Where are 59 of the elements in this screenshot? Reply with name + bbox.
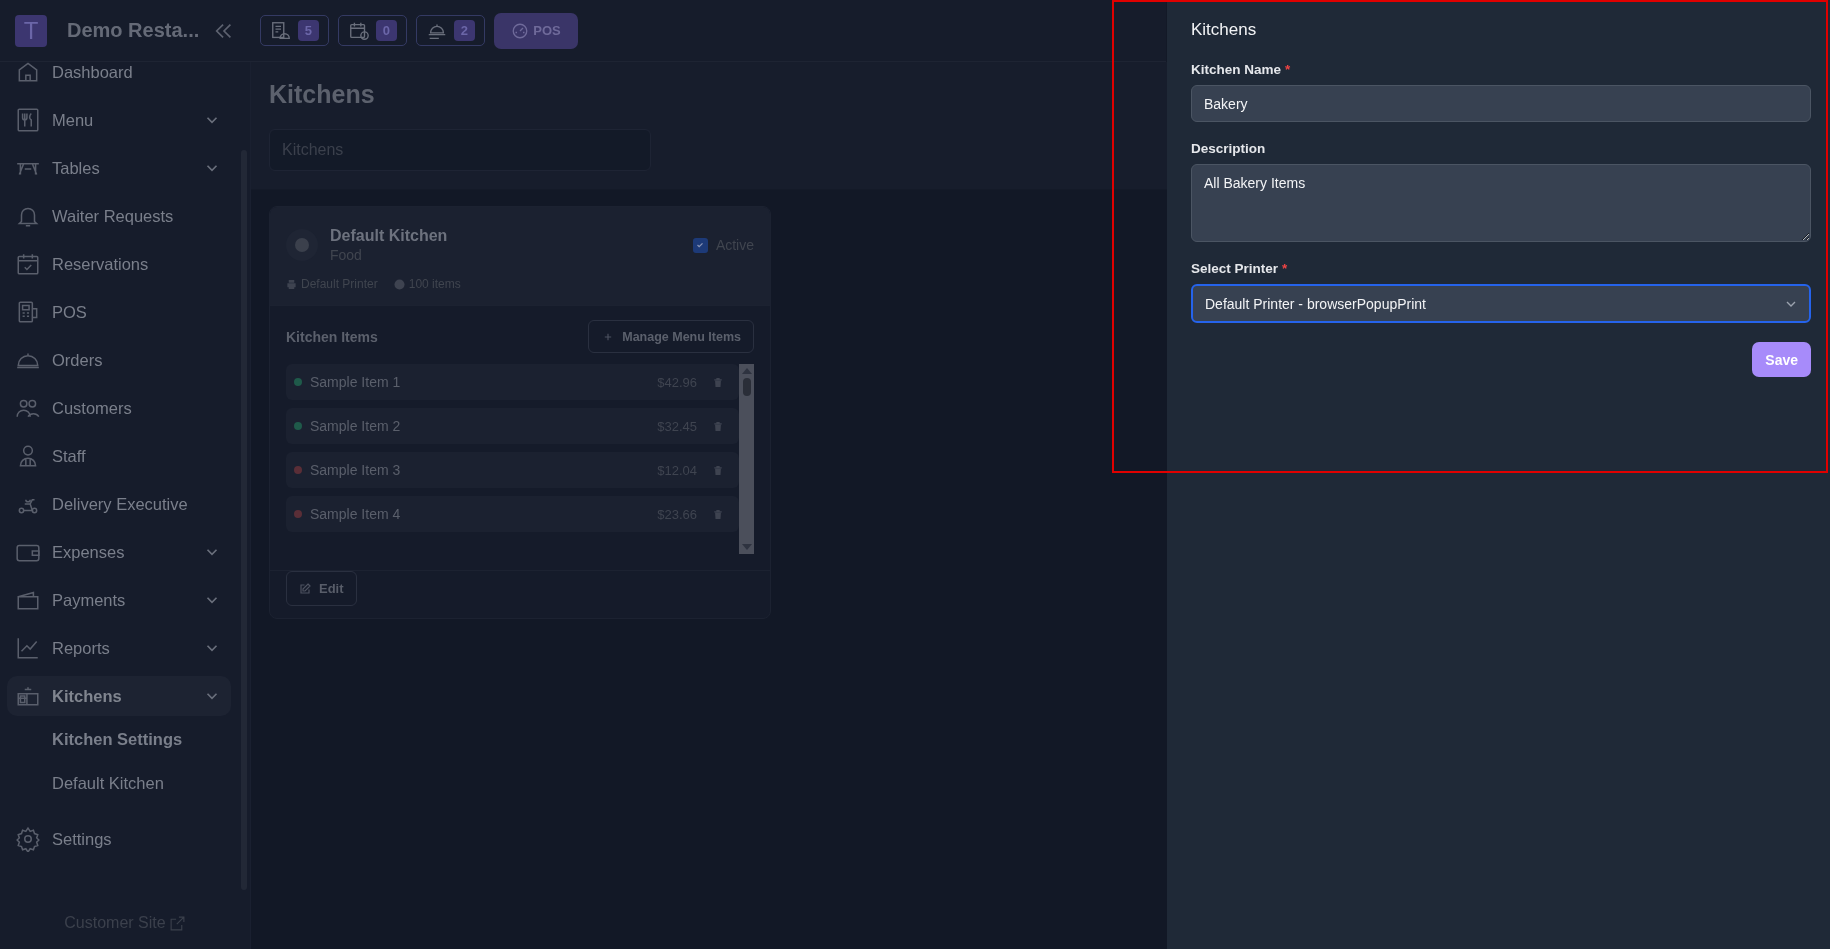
nav-item[interactable]: Kitchens [7, 676, 231, 716]
item-name: Sample Item 2 [310, 418, 402, 434]
checkmark-icon [695, 240, 706, 250]
manage-menu-items-button[interactable]: Manage Menu Items [588, 320, 754, 353]
nav-item[interactable]: Tables [7, 144, 231, 192]
nav-item[interactable]: Menu [7, 96, 231, 144]
nav-item[interactable]: POS [7, 288, 231, 336]
gear-icon [15, 826, 41, 852]
description-field[interactable]: All Bakery Items [1191, 164, 1811, 242]
edit-icon [299, 582, 311, 595]
field-label: Description [1191, 141, 1267, 156]
item-name: Sample Item 3 [310, 462, 402, 478]
submenu-item[interactable]: Kitchen Settings [7, 720, 231, 759]
printer-icon [286, 278, 297, 290]
trash-icon[interactable] [713, 420, 723, 432]
nav-item[interactable]: Expenses [7, 528, 231, 576]
calendar-icon [15, 251, 41, 277]
nav-item[interactable]: Dashboard [7, 62, 231, 96]
count-badge: 5 [297, 20, 320, 41]
kitchen-name: Default Kitchen [330, 227, 449, 245]
kitchen-name-field[interactable]: Bakery [1191, 85, 1811, 122]
gauge-icon [511, 21, 530, 40]
fork-knife-icon [15, 107, 41, 133]
nav-item[interactable]: Reports [7, 624, 231, 672]
active-checkbox[interactable] [692, 237, 708, 253]
external-link-icon [168, 914, 186, 932]
trash-icon[interactable] [713, 508, 723, 520]
count-badge: 2 [453, 20, 476, 41]
save-button[interactable]: Save [1752, 342, 1811, 377]
logo: T [15, 14, 47, 47]
nav-item[interactable]: Reservations [7, 240, 231, 288]
field-label: Kitchen Name * [1191, 62, 1292, 77]
printer-select[interactable]: Default Printer - browserPopupPrint [1191, 284, 1811, 323]
trash-icon[interactable] [713, 376, 723, 388]
nav-item[interactable]: Orders [7, 336, 231, 384]
nav-item[interactable]: Staff [7, 432, 231, 480]
restaurant-name: Demo Resta... [67, 19, 200, 42]
plus-icon [604, 332, 613, 341]
arrow-down-icon[interactable] [741, 544, 752, 550]
panel-title: Kitchens [1191, 20, 1258, 40]
count-badge: 0 [375, 20, 398, 41]
receipt-icon [269, 19, 292, 42]
nav-item[interactable]: Payments [7, 576, 231, 624]
chart-icon [15, 635, 41, 661]
scroll-thumb[interactable] [742, 378, 751, 396]
item-name: Sample Item 4 [310, 506, 402, 522]
nav-item[interactable]: Delivery Executive [7, 480, 231, 528]
submenu-item[interactable]: Default Kitchen [7, 759, 231, 807]
field-label: Select Printer * [1191, 261, 1289, 276]
trash-icon[interactable] [713, 464, 723, 476]
item-name: Sample Item 1 [310, 374, 402, 390]
section-title: Kitchen Items [286, 328, 378, 345]
page-title: Kitchens [269, 80, 376, 109]
nav-item[interactable]: Customers [7, 384, 231, 432]
scrollbar[interactable] [739, 364, 754, 554]
edit-button[interactable]: Edit [286, 571, 357, 606]
nav-item[interactable]: Waiter Requests [7, 192, 231, 240]
arrow-up-icon[interactable] [741, 368, 752, 374]
nav-item[interactable]: Settings [7, 815, 231, 863]
